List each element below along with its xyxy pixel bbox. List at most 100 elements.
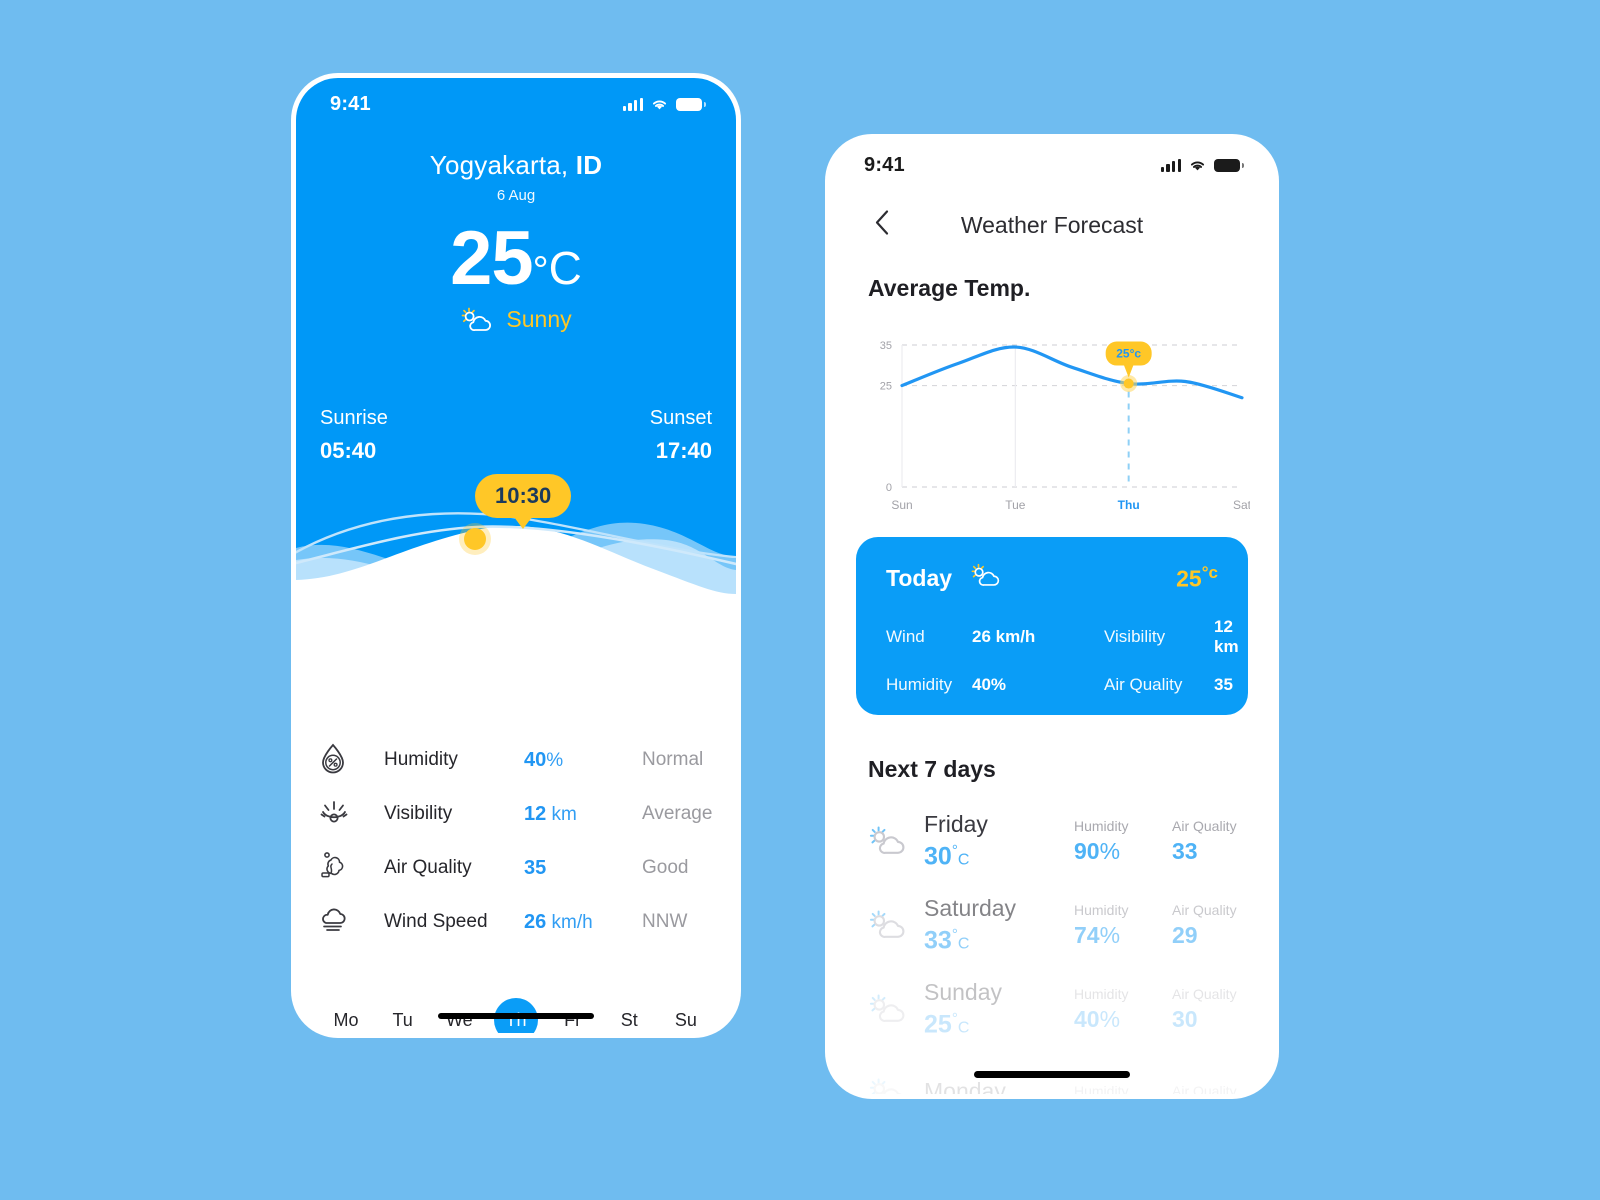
y-axis-tick-label: 25: [880, 381, 892, 393]
x-axis-tick-label[interactable]: Tue: [1005, 498, 1026, 512]
forecast-humidity-label: Humidity: [1074, 817, 1129, 834]
forecast-aq-label: Air Quality: [1172, 985, 1237, 1002]
location-name: Yogyakarta, ID: [429, 150, 603, 180]
battery-icon: [1214, 158, 1244, 172]
navigation-bar: Weather Forecast: [830, 201, 1274, 249]
today-label: Today: [886, 564, 953, 591]
detail-label: Humidity: [384, 749, 458, 770]
sunrise-label: Sunrise: [320, 407, 388, 429]
next-days-list: Friday 30°C Humidity 90% Air Quality 33 Saturd…: [852, 799, 1252, 1094]
cellular-signal-icon: [622, 97, 643, 111]
current-condition: Sunny: [296, 306, 736, 333]
day-chip-st[interactable]: St: [607, 998, 651, 1033]
forecast-aq-label: Air Quality: [1172, 1083, 1237, 1094]
status-icons: [1160, 158, 1244, 172]
forecast-aq-label: Air Quality: [1172, 817, 1237, 834]
air-quality-smoke-icon: [318, 850, 384, 887]
cellular-signal-icon: [1160, 158, 1181, 172]
metric-value-wind: 26 km/h: [972, 627, 1036, 646]
y-axis-tick-label: 35: [880, 340, 892, 352]
sun-behind-cloud-icon: [852, 825, 924, 857]
forecast-day-temp: 30°C: [924, 841, 970, 871]
forecast-humidity-value: 74%: [1074, 921, 1121, 948]
forecast-humidity-label: Humidity: [1074, 901, 1129, 918]
current-date: 6 Aug: [496, 187, 536, 204]
next-7-days-heading: Next 7 days: [868, 756, 996, 782]
detail-status: Good: [642, 857, 689, 878]
sunset-block: Sunset 17:40: [650, 403, 712, 468]
forecast-humidity-value: 40%: [1074, 1005, 1121, 1032]
forecast-humidity-value: 90%: [1074, 837, 1121, 864]
detail-value: 35: [524, 856, 547, 879]
forecast-day-temp: 33°C: [924, 925, 970, 955]
wifi-icon: [652, 99, 667, 109]
wind-cloud-icon: [318, 906, 384, 939]
day-chip-tu[interactable]: Tu: [381, 998, 425, 1033]
humidity-drop-icon: [318, 742, 384, 779]
metric-value-air-quality: 35: [1214, 675, 1233, 694]
status-time: 9:41: [330, 92, 371, 115]
today-card-header: Today 25°c: [886, 563, 1218, 593]
canvas: 9:41 Yogyakarta, ID 6 Aug 25°C Sunny Sun…: [0, 0, 1600, 1200]
detail-status: Normal: [642, 749, 704, 770]
home-indicator[interactable]: [974, 1071, 1130, 1078]
metric-key-humidity: Humidity: [886, 675, 953, 694]
forecast-day-name: Sunday: [924, 978, 1003, 1005]
status-bar-forecast: 9:41: [830, 139, 1274, 191]
today-metrics-grid: Wind 26 km/h Visibility 12 km Humidity 4…: [886, 617, 1239, 695]
phone-forecast-screen: 9:41 Weather Forecast Average Temp. 0 25…: [830, 139, 1274, 1094]
weather-details-list: Humidity 40% Normal Visibility 12 km Ave…: [296, 733, 736, 949]
status-time: 9:41: [864, 153, 905, 176]
sunrise-block: Sunrise 05:40: [320, 403, 388, 468]
current-temperature: 25°C: [450, 216, 582, 301]
x-axis-tick-label[interactable]: Sat: [1233, 498, 1252, 512]
detail-row-humidity[interactable]: Humidity 40% Normal: [296, 733, 736, 787]
chevron-left-icon[interactable]: [874, 210, 890, 241]
sunset-label: Sunset: [649, 407, 712, 429]
status-icons: [622, 97, 706, 111]
today-summary-card[interactable]: Today 25°c Wind 26 km/h Visibility 12 km…: [856, 537, 1248, 715]
condition-label: Sunny: [506, 306, 572, 332]
average-temp-chart[interactable]: 0 25 35 25°c Sun Tue Thu Sat: [860, 331, 1252, 512]
current-time-bubble: 10:30: [475, 474, 572, 518]
phone-home-screen: 9:41 Yogyakarta, ID 6 Aug 25°C Sunny Sun…: [296, 78, 736, 1033]
status-bar-home: 9:41: [296, 78, 736, 130]
x-axis-tick-label[interactable]: Sun: [891, 498, 912, 512]
detail-value: 26 km/h: [524, 910, 593, 933]
forecast-humidity-label: Humidity: [1074, 985, 1129, 1002]
today-temperature: 25°c: [1176, 563, 1218, 592]
forecast-day-name: Saturday: [924, 894, 1017, 921]
forecast-humidity-label: Humidity: [1074, 1083, 1129, 1094]
forecast-day-row[interactable]: Friday 30°C Humidity 90% Air Quality 33: [852, 799, 1252, 883]
metric-key-wind: Wind: [886, 627, 925, 646]
forecast-day-row[interactable]: Sunday 25°C Humidity 40% Air Quality 30: [852, 967, 1252, 1051]
forecast-day-row[interactable]: Saturday 33°C Humidity 74% Air Quality 29: [852, 883, 1252, 967]
metric-key-visibility: Visibility: [1104, 627, 1166, 646]
y-axis-tick-label: 0: [886, 482, 892, 494]
detail-row-wind-speed[interactable]: Wind Speed 26 km/h NNW: [296, 895, 736, 949]
sun-behind-cloud-icon: [852, 993, 924, 1025]
highlight-point[interactable]: [1123, 378, 1134, 389]
home-indicator[interactable]: [438, 1013, 594, 1019]
detail-label: Visibility: [384, 803, 453, 824]
detail-label: Air Quality: [384, 857, 472, 878]
x-axis-tick-label[interactable]: Thu: [1118, 498, 1140, 512]
average-temp-heading: Average Temp.: [868, 275, 1031, 301]
page-title: Weather Forecast: [960, 211, 1144, 238]
visibility-eye-icon: [318, 797, 384, 832]
detail-row-visibility[interactable]: Visibility 12 km Average: [296, 787, 736, 841]
sunset-time: 17:40: [655, 438, 712, 463]
forecast-aq-label: Air Quality: [1172, 901, 1237, 918]
metric-key-air-quality: Air Quality: [1104, 675, 1183, 694]
day-chip-mo[interactable]: Mo: [324, 998, 368, 1033]
forecast-day-temp: 25°C: [924, 1009, 970, 1039]
detail-label: Wind Speed: [384, 911, 488, 932]
wifi-icon: [1190, 160, 1205, 170]
sunrise-time: 05:40: [320, 438, 377, 463]
sun-behind-cloud-icon: [852, 1077, 924, 1094]
forecast-day-name: Friday: [924, 810, 988, 837]
detail-status: Average: [642, 803, 713, 824]
detail-row-air-quality[interactable]: Air Quality 35 Good: [296, 841, 736, 895]
metric-value-visibility: 12 km: [1214, 617, 1239, 656]
day-chip-su[interactable]: Su: [664, 998, 708, 1033]
